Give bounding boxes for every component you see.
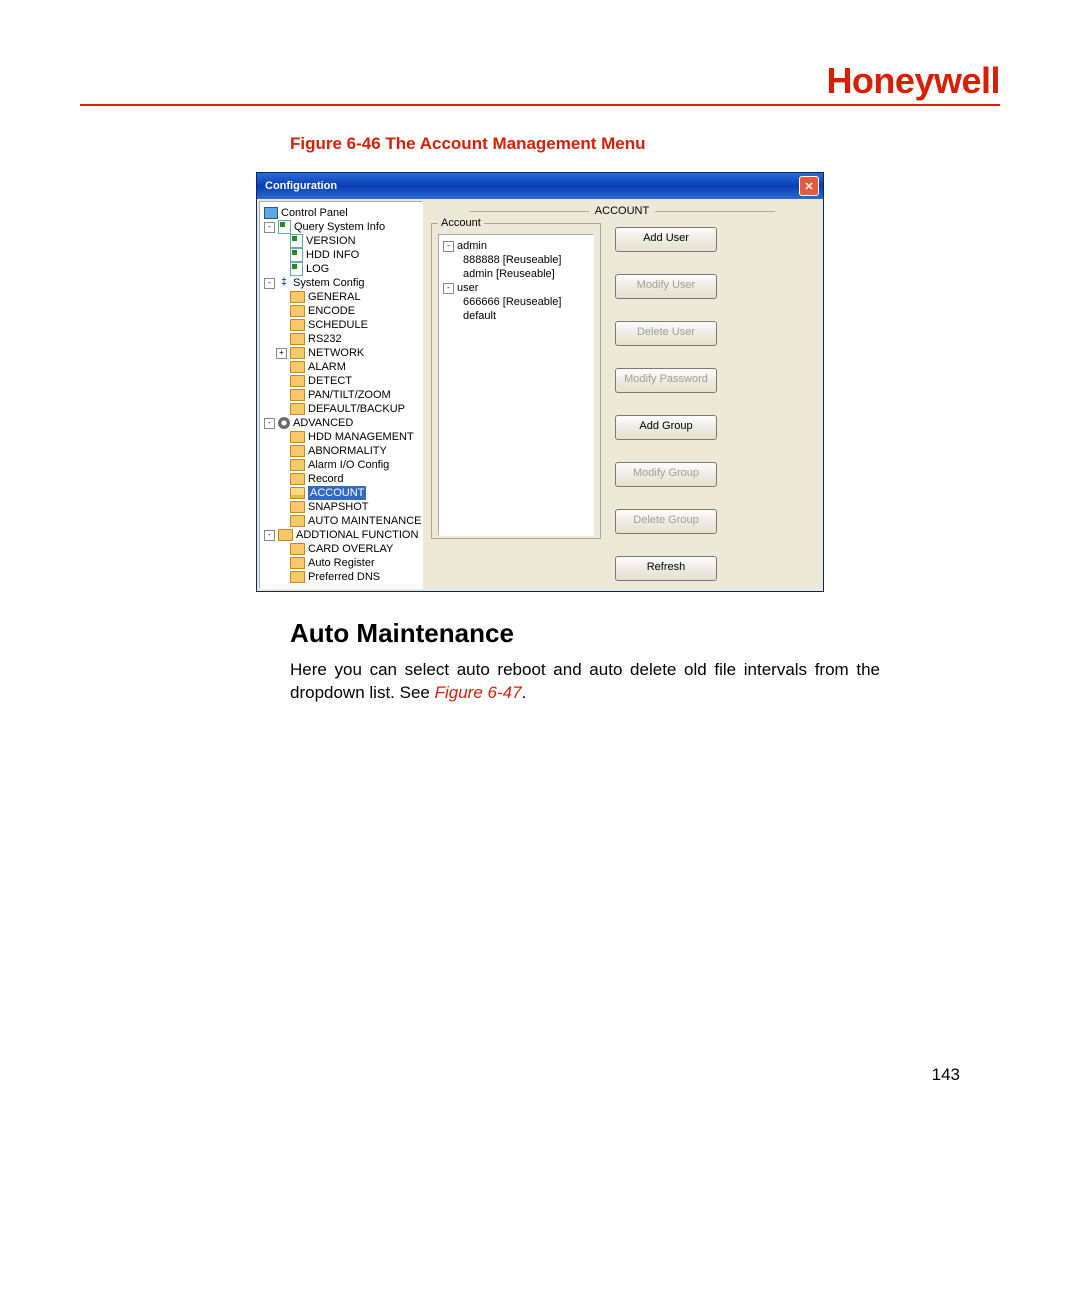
modify-user-button[interactable]: Modify User [615, 274, 717, 299]
folder-icon [290, 403, 305, 415]
account-item[interactable]: default [443, 309, 589, 323]
window-title: Configuration [265, 180, 337, 192]
tree-item-log[interactable]: LOG [262, 262, 420, 276]
account-group-user[interactable]: -user [443, 281, 589, 295]
collapse-icon[interactable]: - [443, 241, 454, 252]
add-group-button[interactable]: Add Group [615, 415, 717, 440]
collapse-icon[interactable]: - [264, 530, 275, 541]
doc-icon [290, 262, 303, 276]
control-panel-icon [264, 207, 278, 219]
tree-item-hdd-mgmt[interactable]: HDD MANAGEMENT [262, 430, 420, 444]
folder-icon [290, 473, 305, 485]
tree-item-addl-func[interactable]: -ADDTIONAL FUNCTION [262, 528, 420, 542]
account-item[interactable]: 666666 [Reuseable] [443, 295, 589, 309]
tree-item-advanced[interactable]: -ADVANCED [262, 416, 420, 430]
figure-reference-link[interactable]: Figure 6-47 [435, 683, 522, 702]
expand-icon[interactable]: + [276, 348, 287, 359]
delete-group-button[interactable]: Delete Group [615, 509, 717, 534]
figure-caption: Figure 6-46 The Account Management Menu [290, 134, 1000, 154]
tree-item-record[interactable]: Record [262, 472, 420, 486]
tree-item-abnormality[interactable]: ABNORMALITY [262, 444, 420, 458]
tree-item-auto-maint[interactable]: AUTO MAINTENANCE [262, 514, 420, 528]
folder-icon [290, 333, 305, 345]
folder-open-icon [290, 487, 305, 499]
tree-item-snapshot[interactable]: SNAPSHOT [262, 500, 420, 514]
tree-item-system-config[interactable]: -‡System Config [262, 276, 420, 290]
collapse-icon[interactable]: - [443, 283, 454, 294]
tree-item-account[interactable]: ACCOUNT [262, 486, 420, 500]
tree-item-card-overlay[interactable]: CARD OVERLAY [262, 542, 420, 556]
folder-icon [290, 305, 305, 317]
folder-icon [290, 557, 305, 569]
tree-item-alarm[interactable]: ALARM [262, 360, 420, 374]
tree-item-preferred-dns[interactable]: Preferred DNS [262, 570, 420, 584]
folder-icon [290, 543, 305, 555]
account-item[interactable]: 888888 [Reuseable] [443, 253, 589, 267]
fieldset-label: Account [438, 217, 484, 229]
button-column: Add User Modify User Delete User Modify … [615, 223, 717, 581]
folder-icon [290, 571, 305, 583]
folder-icon [290, 361, 305, 373]
configuration-window: Configuration ✕ Control Panel -Query Sys… [256, 172, 824, 592]
tree-item-query[interactable]: -Query System Info [262, 220, 420, 234]
modify-password-button[interactable]: Modify Password [615, 368, 717, 393]
close-icon[interactable]: ✕ [799, 176, 819, 196]
page-number: 143 [80, 1065, 1000, 1085]
folder-icon [290, 431, 305, 443]
folder-icon [290, 501, 305, 513]
collapse-icon[interactable]: - [264, 418, 275, 429]
window-titlebar: Configuration ✕ [257, 173, 823, 199]
account-fieldset: Account -admin 888888 [Reuseable] admin … [431, 223, 601, 539]
tree-item-hdd-info[interactable]: HDD INFO [262, 248, 420, 262]
collapse-icon[interactable]: - [264, 278, 275, 289]
tree-item-schedule[interactable]: SCHEDULE [262, 318, 420, 332]
folder-icon [290, 347, 305, 359]
doc-icon [290, 248, 303, 262]
panel-header: ACCOUNT [431, 205, 813, 217]
body-paragraph: Here you can select auto reboot and auto… [290, 659, 880, 705]
folder-icon [278, 529, 293, 541]
tree-item-general[interactable]: GENERAL [262, 290, 420, 304]
refresh-button[interactable]: Refresh [615, 556, 717, 581]
collapse-icon[interactable]: - [264, 222, 275, 233]
doc-icon [278, 220, 291, 234]
tree-item-ptz[interactable]: PAN/TILT/ZOOM [262, 388, 420, 402]
folder-icon [290, 319, 305, 331]
system-icon: ‡ [278, 277, 290, 289]
account-tree[interactable]: -admin 888888 [Reuseable] admin [Reuseab… [438, 234, 594, 536]
add-user-button[interactable]: Add User [615, 227, 717, 252]
gear-icon [278, 417, 290, 429]
tree-item-detect[interactable]: DETECT [262, 374, 420, 388]
tree-item-network[interactable]: +NETWORK [262, 346, 420, 360]
tree-item-auto-register[interactable]: Auto Register [262, 556, 420, 570]
brand-rule [80, 104, 1000, 106]
nav-tree[interactable]: Control Panel -Query System Info VERSION… [259, 201, 423, 589]
tree-item-encode[interactable]: ENCODE [262, 304, 420, 318]
account-group-admin[interactable]: -admin [443, 239, 589, 253]
account-panel: ACCOUNT Account -admin 888888 [Reuseable… [425, 199, 823, 591]
tree-item-version[interactable]: VERSION [262, 234, 420, 248]
modify-group-button[interactable]: Modify Group [615, 462, 717, 487]
account-item[interactable]: admin [Reuseable] [443, 267, 589, 281]
tree-item-alarm-io[interactable]: Alarm I/O Config [262, 458, 420, 472]
tree-item-control-panel[interactable]: Control Panel [262, 206, 420, 220]
brand-logo: Honeywell [80, 60, 1000, 104]
folder-icon [290, 375, 305, 387]
folder-icon [290, 291, 305, 303]
folder-icon [290, 515, 305, 527]
tree-item-default-backup[interactable]: DEFAULT/BACKUP [262, 402, 420, 416]
folder-icon [290, 389, 305, 401]
folder-icon [290, 445, 305, 457]
tree-item-rs232[interactable]: RS232 [262, 332, 420, 346]
doc-icon [290, 234, 303, 248]
delete-user-button[interactable]: Delete User [615, 321, 717, 346]
section-heading: Auto Maintenance [290, 618, 1000, 649]
folder-icon [290, 459, 305, 471]
